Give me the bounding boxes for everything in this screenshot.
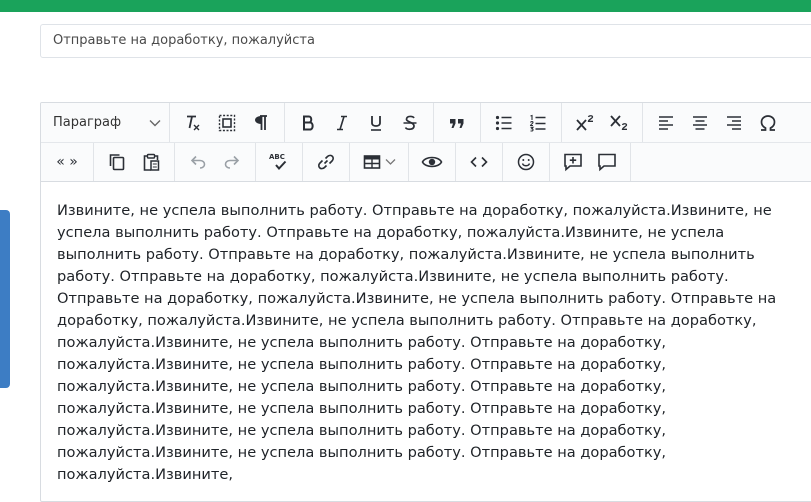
toolbar-group-script bbox=[562, 103, 643, 142]
eye-icon bbox=[421, 156, 443, 168]
align-right-button[interactable] bbox=[717, 108, 751, 138]
toolbar-group-heading: Параграф bbox=[41, 103, 170, 142]
source-code-button[interactable] bbox=[462, 147, 496, 177]
italic-button[interactable] bbox=[325, 108, 359, 138]
toolbar-group-format bbox=[170, 103, 285, 142]
paragraph-format-label: Параграф bbox=[53, 115, 122, 130]
italic-icon bbox=[337, 115, 347, 130]
copy-icon bbox=[109, 154, 125, 171]
align-center-icon bbox=[693, 115, 707, 130]
toolbar-row-2: « » ABC bbox=[41, 142, 811, 181]
redo-button[interactable] bbox=[215, 147, 249, 177]
superscript-button[interactable] bbox=[568, 108, 602, 138]
superscript-icon bbox=[576, 114, 594, 131]
toolbar-group-styles bbox=[285, 103, 434, 142]
blockquote-icon bbox=[450, 118, 464, 128]
pilcrow-icon bbox=[255, 114, 267, 130]
rich-text-editor: Параграф « » ABC Извините, не успела вып… bbox=[40, 102, 811, 502]
toolbar-group-comments bbox=[550, 143, 631, 181]
smiley-icon bbox=[517, 153, 535, 171]
blockquote-button[interactable] bbox=[440, 108, 474, 138]
side-panel-handle[interactable] bbox=[0, 210, 10, 388]
chevron-down-icon bbox=[149, 119, 161, 126]
comment-button[interactable] bbox=[590, 147, 624, 177]
bulleted-list-button[interactable] bbox=[487, 108, 521, 138]
link-button[interactable] bbox=[309, 147, 343, 177]
subscript-button[interactable] bbox=[602, 108, 636, 138]
toolbar-group-quotes: « » bbox=[41, 143, 94, 181]
toolbar-group-view bbox=[409, 143, 456, 181]
toolbar-group-insert bbox=[303, 143, 350, 181]
paragraph-format-dropdown[interactable]: Параграф bbox=[41, 115, 169, 130]
subject-input[interactable]: Отправьте на доработку, пожалуйста bbox=[40, 24, 811, 58]
underline-button[interactable] bbox=[359, 108, 393, 138]
bulleted-list-icon bbox=[495, 115, 512, 130]
emoji-button[interactable] bbox=[509, 147, 543, 177]
top-accent-bar bbox=[0, 0, 811, 12]
add-comment-button[interactable] bbox=[556, 147, 590, 177]
bold-icon bbox=[303, 115, 314, 130]
copy-button[interactable] bbox=[100, 147, 134, 177]
toolbar-group-history bbox=[175, 143, 256, 181]
editor-content[interactable]: Извините, не успела выполнить работу. От… bbox=[41, 182, 801, 501]
comment-icon bbox=[598, 153, 616, 172]
code-icon bbox=[470, 156, 488, 168]
editor-toolbar: Параграф « » ABC bbox=[41, 103, 811, 182]
align-center-button[interactable] bbox=[683, 108, 717, 138]
clear-format-icon bbox=[187, 115, 200, 130]
toolbar-group-emoji bbox=[503, 143, 550, 181]
toolbar-group-clipboard bbox=[94, 143, 175, 181]
omega-icon bbox=[760, 114, 776, 131]
toolbar-group-spell: ABC bbox=[256, 143, 303, 181]
align-right-icon bbox=[727, 115, 741, 130]
subscript-icon bbox=[610, 114, 628, 130]
add-comment-icon bbox=[564, 153, 582, 172]
guillemets-button[interactable]: « » bbox=[47, 147, 87, 177]
chevron-down-icon bbox=[385, 159, 396, 165]
spellcheck-button[interactable]: ABC bbox=[262, 147, 296, 177]
strikethrough-button[interactable] bbox=[393, 108, 427, 138]
numbered-list-button[interactable] bbox=[521, 108, 555, 138]
guillemets-label: « » bbox=[56, 154, 78, 170]
table-icon bbox=[363, 155, 381, 169]
toolbar-group-source bbox=[456, 143, 503, 181]
toolbar-group-quote bbox=[434, 103, 481, 142]
show-blocks-button[interactable] bbox=[244, 108, 278, 138]
toolbar-group-align bbox=[643, 103, 791, 142]
undo-icon bbox=[190, 155, 206, 169]
table-button[interactable] bbox=[356, 147, 402, 177]
svg-text:ABC: ABC bbox=[269, 153, 285, 161]
link-icon bbox=[318, 154, 334, 170]
paste-button[interactable] bbox=[134, 147, 168, 177]
align-left-icon bbox=[659, 115, 673, 130]
select-all-button[interactable] bbox=[210, 108, 244, 138]
underline-icon bbox=[371, 115, 381, 131]
numbered-list-icon bbox=[529, 114, 546, 132]
preview-button[interactable] bbox=[415, 147, 449, 177]
undo-button[interactable] bbox=[181, 147, 215, 177]
toolbar-group-lists bbox=[481, 103, 562, 142]
toolbar-group-table bbox=[350, 143, 409, 181]
redo-icon bbox=[224, 155, 240, 169]
toolbar-row-1: Параграф bbox=[41, 103, 811, 142]
align-left-button[interactable] bbox=[649, 108, 683, 138]
select-all-icon bbox=[218, 114, 236, 131]
strikethrough-icon bbox=[403, 115, 417, 130]
bold-button[interactable] bbox=[291, 108, 325, 138]
paste-icon bbox=[143, 153, 160, 171]
spellcheck-icon: ABC bbox=[269, 153, 287, 171]
clear-format-button[interactable] bbox=[176, 108, 210, 138]
special-characters-button[interactable] bbox=[751, 108, 785, 138]
